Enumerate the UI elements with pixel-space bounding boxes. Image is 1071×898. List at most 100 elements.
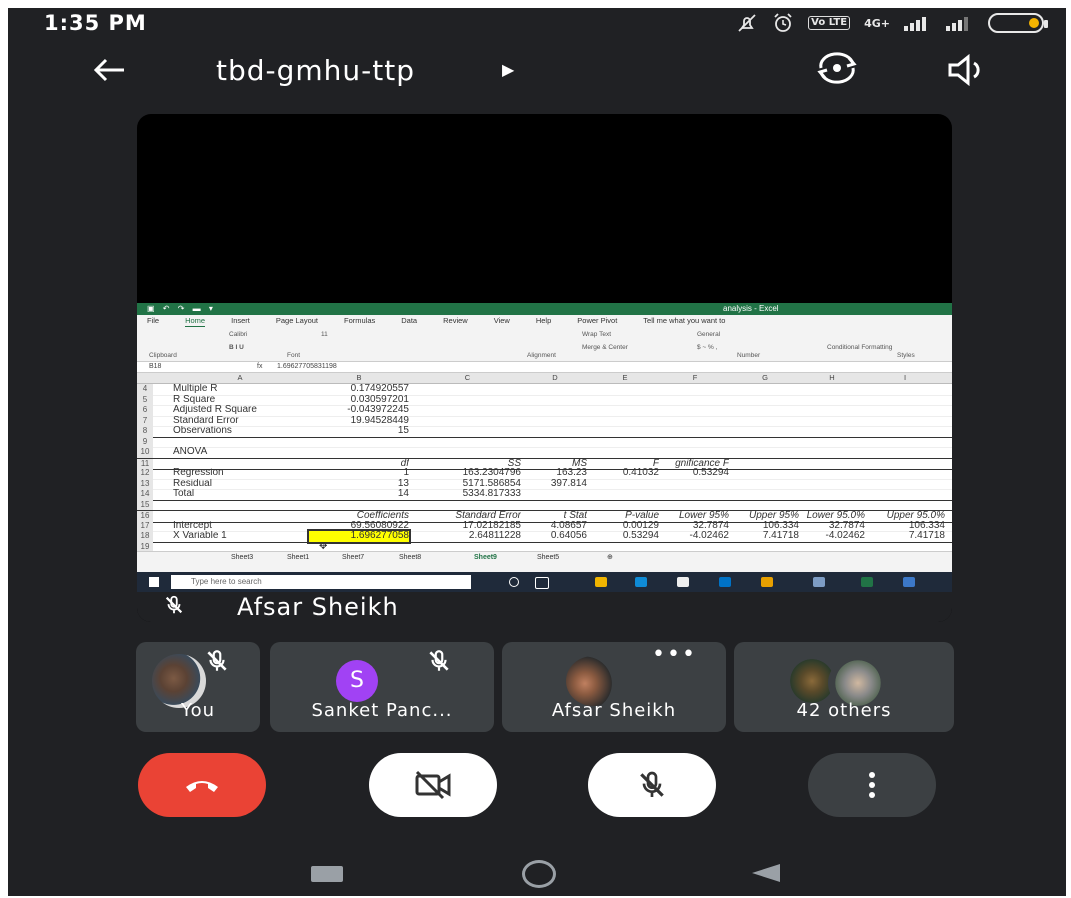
cell: Regression [173, 468, 224, 478]
dnd-bell-off-icon [738, 14, 756, 32]
ribbon-group-alignment: Alignment [527, 352, 556, 359]
avatar [566, 656, 620, 706]
system-nav-bar [8, 848, 1066, 896]
cell: 19.94528449 [350, 415, 409, 426]
mic-off-icon [640, 771, 664, 797]
cell: Residual [173, 478, 212, 489]
col-header: F [692, 373, 698, 382]
vertical-dots-icon [869, 772, 875, 798]
participant-tile[interactable]: ••• Afsar Sheikh [502, 642, 726, 732]
cell: 0.41032 [622, 468, 659, 478]
formula-value: 1.69627705831198 [277, 363, 337, 370]
speaker-name: Afsar Sheikh [237, 593, 399, 621]
avatar: S [336, 660, 378, 702]
excel-menu-item: Help [535, 316, 552, 325]
excel-ribbon: Calibri 11 B I U Wrap Text Merge & Cente… [137, 327, 952, 362]
ribbon-group-styles: Styles [897, 352, 915, 359]
excel-menu-item: Review [443, 316, 468, 325]
cell: Intercept [173, 520, 212, 531]
excel-doc-title: analysis - Excel [723, 304, 779, 313]
meeting-code[interactable]: tbd-gmhu-ttp [216, 54, 415, 87]
speaker-icon[interactable] [946, 54, 986, 86]
windows-taskbar: Type here to search [137, 572, 952, 592]
signal-2-icon [946, 17, 968, 31]
row-number: 9 [137, 436, 153, 447]
col-header: G [762, 373, 768, 382]
chrome-icon [761, 577, 773, 587]
cell: Standard Error [173, 415, 239, 426]
mic-off-icon [429, 650, 449, 671]
col-header: H [829, 373, 835, 382]
cell: 5171.586854 [462, 478, 521, 489]
edge-icon [635, 577, 647, 587]
cell: 32.7874 [692, 520, 729, 531]
caret-right-icon[interactable]: ▶ [502, 60, 514, 79]
call-header: tbd-gmhu-ttp ▶ [8, 50, 1066, 90]
ribbon-wrap: Wrap Text [582, 331, 612, 338]
excel-menu-item: Tell me what you want to [643, 316, 726, 325]
cell: 4.08657 [550, 520, 587, 531]
more-options-button[interactable] [808, 753, 936, 817]
participant-name: Afsar Sheikh [551, 700, 677, 721]
main-video-tile[interactable]: ▣ ↶ ↷ ▬ ▾ analysis - Excel File Home Ins… [137, 114, 952, 622]
cell: 0.174920557 [350, 384, 409, 394]
explorer-icon [595, 577, 607, 587]
signal-icon [904, 17, 926, 31]
cell: 7.41718 [762, 531, 799, 541]
row-number: 15 [137, 499, 153, 510]
network-type: 4G+ [864, 16, 890, 30]
column-headers: A B C D E F G H I [137, 373, 952, 384]
excel-app-icon [861, 577, 873, 587]
ribbon-font-size: 11 [321, 331, 328, 338]
excel-menu-item: Power Pivot [577, 316, 618, 325]
windows-start-icon [149, 577, 159, 587]
fx-icon: fx [257, 363, 263, 370]
excel-menu-item: Formulas [344, 316, 376, 325]
switch-camera-icon[interactable] [813, 50, 861, 86]
cell: R Square [173, 394, 216, 405]
excel-title-bar: ▣ ↶ ↷ ▬ ▾ analysis - Excel [137, 303, 952, 315]
cell: 163.23 [556, 468, 587, 478]
participant-tile[interactable]: S Sanket Panc... [270, 642, 494, 732]
excel-menu-item: Home [185, 316, 206, 327]
cell: 397.814 [550, 478, 587, 489]
cell: Multiple R [173, 384, 218, 394]
ribbon-font-name: Calibri [229, 331, 248, 338]
back-icon[interactable] [748, 862, 782, 884]
cell: 106.334 [908, 520, 945, 531]
cell: 5334.817333 [462, 489, 521, 499]
ribbon-cond-format: Conditional Formatting [827, 344, 893, 351]
ribbon-number-format: General [697, 331, 721, 338]
mail-icon [719, 577, 731, 587]
mic-off-icon [165, 595, 183, 614]
more-options-icon[interactable]: ••• [652, 642, 697, 667]
cell: 15 [397, 426, 409, 436]
back-arrow-icon[interactable] [90, 50, 130, 90]
participant-tile-you[interactable]: You [136, 642, 260, 732]
cell: 69.56080922 [350, 520, 409, 531]
cell: -4.02462 [825, 531, 865, 541]
participant-tile-others[interactable]: 42 others [734, 642, 954, 732]
cell: Observations [173, 426, 232, 436]
meet-screen: 1:35 PM Vo LTE 4G+ tbd-gmhu-ttp ▶ ▣ ↶ ↷ … [8, 8, 1066, 896]
col-header: B [356, 373, 362, 382]
camera-toggle-button[interactable] [369, 753, 497, 817]
cell: 13 [397, 478, 409, 489]
selected-cell: 1.696277058 [307, 529, 411, 544]
row-number: 17 [137, 520, 153, 531]
ribbon-merge: Merge & Center [582, 344, 628, 351]
cortana-icon [509, 577, 519, 587]
mic-toggle-button[interactable] [588, 753, 716, 817]
recents-icon[interactable] [311, 866, 343, 882]
cell: ANOVA [173, 447, 208, 457]
alarm-icon [774, 13, 792, 32]
row-number: 14 [137, 489, 153, 500]
cell: Adjusted R Square [173, 405, 257, 415]
status-bar: 1:35 PM Vo LTE 4G+ [8, 8, 1066, 40]
home-icon[interactable] [522, 860, 556, 888]
end-call-button[interactable] [138, 753, 266, 817]
cell: 0.64056 [550, 531, 587, 541]
cell: 1 [403, 468, 409, 478]
quick-access-icons: ▣ ↶ ↷ ▬ ▾ [147, 304, 216, 313]
excel-menu: File Home Insert Page Layout Formulas Da… [137, 315, 952, 327]
